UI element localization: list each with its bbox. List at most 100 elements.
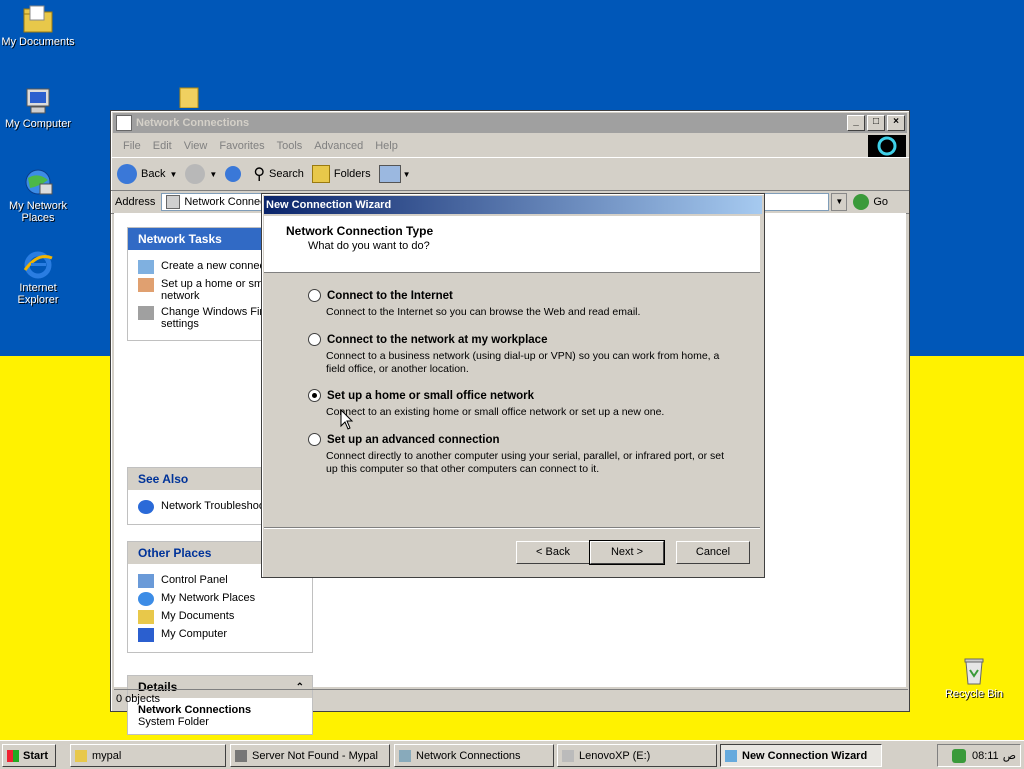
search-icon: ⚲ — [253, 166, 266, 183]
firewall-icon — [138, 306, 154, 320]
wizard-header: Network Connection Type What do you want… — [264, 216, 760, 273]
option-connect-workplace[interactable]: Connect to the network at my workplace C… — [308, 333, 728, 376]
go-button[interactable]: Go — [853, 194, 888, 210]
network-places-icon — [138, 592, 154, 606]
separator — [264, 527, 760, 529]
radio-button[interactable] — [308, 289, 321, 302]
toolbar: Back ▼ ▼ ⚲ Search Folders ▼ — [111, 157, 909, 191]
menu-edit[interactable]: Edit — [153, 140, 172, 152]
recycle-bin-icon — [958, 656, 990, 686]
menu-bar: File Edit View Favorites Tools Advanced … — [111, 135, 909, 157]
network-connections-icon — [166, 195, 181, 209]
desktop-icon-my-documents[interactable]: My Documents — [0, 4, 76, 48]
maximize-button[interactable]: □ — [867, 115, 885, 131]
desktop-icon-my-computer[interactable]: My Computer — [0, 86, 76, 130]
folders-button[interactable]: Folders — [311, 165, 371, 183]
wizard-header-subtitle: What do you want to do? — [308, 240, 430, 252]
option-connect-internet[interactable]: Connect to the Internet Connect to the I… — [308, 289, 728, 319]
option-home-network[interactable]: Set up a home or small office network Co… — [308, 389, 728, 419]
search-label: Search — [269, 168, 304, 180]
home-network-icon — [138, 278, 154, 292]
up-button[interactable] — [225, 166, 245, 182]
back-label: Back — [141, 168, 166, 180]
go-label: Go — [873, 196, 889, 208]
radio-button[interactable] — [308, 433, 321, 446]
clock-time[interactable]: 08:11 — [972, 750, 999, 762]
desktop-icon-recycle-bin[interactable]: Recycle Bin — [936, 656, 1012, 700]
folders-icon — [311, 165, 330, 183]
radio-button[interactable] — [308, 333, 321, 346]
menu-favorites[interactable]: Favorites — [219, 140, 264, 152]
wizard-icon — [725, 749, 737, 762]
wizard-title: New Connection Wizard — [266, 199, 392, 211]
computer-icon — [22, 86, 54, 116]
status-bar: 0 objects — [114, 689, 908, 708]
desktop-icon-label: My Network Places — [8, 200, 68, 224]
desktop-icon-label: My Documents — [1, 36, 75, 48]
wizard-header-title: Network Connection Type — [286, 224, 434, 238]
views-button[interactable]: ▼ — [378, 165, 411, 183]
option-advanced-connection[interactable]: Set up an advanced connection Connect di… — [308, 433, 728, 476]
task-mypal[interactable]: mypal — [70, 744, 226, 767]
new-connection-icon — [138, 260, 154, 274]
windows-flag-icon — [7, 749, 19, 762]
desktop-icon-label: Recycle Bin — [944, 688, 1004, 700]
views-icon — [378, 165, 401, 183]
desktop-icon-label: Internet Explorer — [17, 282, 59, 306]
back-arrow-icon — [117, 164, 137, 184]
folders-label: Folders — [333, 168, 371, 180]
window-titlebar[interactable]: Network Connections _ □ × — [113, 113, 907, 133]
link-my-documents[interactable]: My Documents — [138, 610, 312, 624]
address-dropdown-button[interactable]: ▼ — [831, 193, 848, 211]
back-button[interactable]: Back ▼ — [117, 164, 177, 184]
desktop-icon-internet-explorer[interactable]: Internet Explorer — [0, 250, 76, 306]
radio-button-selected[interactable] — [308, 389, 321, 402]
details-type: System Folder — [138, 716, 209, 728]
next-button[interactable]: Next > — [589, 540, 665, 565]
menu-tools[interactable]: Tools — [277, 140, 303, 152]
link-my-computer[interactable]: My Computer — [138, 628, 312, 642]
drive-icon — [562, 749, 574, 762]
desktop-icon-my-network-places[interactable]: My Network Places — [0, 168, 76, 224]
system-tray: 08:11 ص — [937, 744, 1021, 767]
new-connection-wizard-dialog: New Connection Wizard Network Connection… — [261, 193, 765, 578]
task-new-connection-wizard[interactable]: New Connection Wizard — [720, 744, 882, 767]
link-my-network-places[interactable]: My Network Places — [138, 592, 312, 606]
address-label: Address — [115, 196, 156, 208]
menu-view[interactable]: View — [184, 140, 208, 152]
go-arrow-icon — [853, 194, 870, 210]
task-lenovoxp-drive[interactable]: LenovoXP (E:) — [557, 744, 717, 767]
network-connections-icon — [116, 115, 132, 131]
minimize-button[interactable]: _ — [847, 115, 865, 131]
folder-icon — [178, 84, 200, 109]
forward-arrow-icon — [185, 164, 206, 184]
cancel-button[interactable]: Cancel — [676, 541, 750, 564]
forward-button[interactable]: ▼ — [185, 164, 217, 184]
window-title: Network Connections — [136, 117, 250, 129]
wizard-titlebar[interactable]: New Connection Wizard — [264, 196, 762, 214]
search-button[interactable]: ⚲ Search — [253, 164, 304, 184]
start-button[interactable]: Start — [2, 744, 56, 767]
menu-advanced[interactable]: Advanced — [314, 140, 363, 152]
internet-explorer-icon — [22, 250, 54, 280]
task-server-not-found[interactable]: Server Not Found - Mypal — [230, 744, 390, 767]
network-connections-icon — [399, 749, 411, 762]
folder-icon — [22, 4, 54, 34]
security-shield-icon[interactable] — [951, 748, 966, 763]
folder-icon — [138, 610, 154, 624]
back-button[interactable]: < Back — [516, 541, 590, 564]
menu-file[interactable]: File — [123, 140, 141, 152]
info-icon — [138, 500, 154, 514]
folder-icon — [75, 749, 87, 762]
mouse-cursor-icon — [340, 409, 354, 430]
mypal-browser-icon — [235, 749, 247, 762]
taskbar: Start mypal Server Not Found - Mypal Net… — [0, 740, 1024, 769]
computer-icon — [138, 628, 154, 642]
desktop-icon-label: My Computer — [4, 118, 72, 130]
close-button[interactable]: × — [887, 115, 905, 131]
task-network-connections[interactable]: Network Connections — [394, 744, 554, 767]
menu-help[interactable]: Help — [375, 140, 398, 152]
up-arrow-icon — [225, 166, 242, 182]
network-places-icon — [22, 168, 54, 198]
control-panel-icon — [138, 574, 154, 588]
